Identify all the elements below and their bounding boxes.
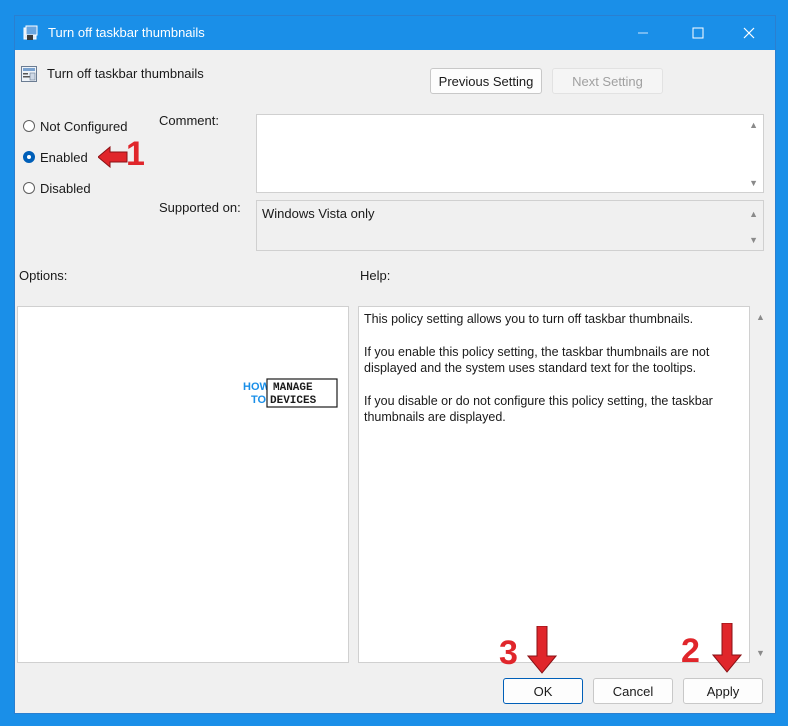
previous-setting-button[interactable]: Previous Setting (430, 68, 542, 94)
options-panel (17, 306, 349, 663)
step1-arrow-icon (98, 146, 128, 168)
supported-on-value: Windows Vista only (262, 206, 375, 221)
title-bar[interactable]: Turn off taskbar thumbnails (15, 16, 775, 50)
policy-setting-icon (21, 66, 37, 82)
help-scroll-down-icon[interactable]: ▼ (756, 648, 765, 658)
step2-arrow-icon (712, 623, 742, 673)
help-paragraph: If you disable or do not configure this … (364, 393, 713, 425)
help-panel: This policy setting allows you to turn o… (358, 306, 750, 663)
radio-disabled-label: Disabled (40, 180, 91, 196)
help-paragraph: This policy setting allows you to turn o… (364, 312, 694, 326)
maximize-button[interactable] (675, 16, 721, 50)
supported-scroll-up-icon[interactable]: ▲ (749, 209, 758, 219)
radio-enabled[interactable]: Enabled (23, 148, 88, 166)
comment-scroll-down-icon[interactable]: ▼ (749, 178, 758, 188)
step1-number: 1 (126, 135, 145, 173)
help-paragraph: If you enable this policy setting, the t… (364, 344, 710, 376)
radio-disabled-indicator[interactable] (23, 182, 35, 194)
radio-not-configured-label: Not Configured (40, 118, 128, 134)
radio-not-configured-indicator[interactable] (23, 120, 35, 132)
logo-how: HOW (243, 381, 271, 393)
maximize-icon (692, 27, 704, 39)
close-icon (743, 27, 755, 39)
close-button[interactable] (726, 16, 772, 50)
radio-enabled-label: Enabled (40, 149, 88, 165)
policy-app-icon (23, 25, 38, 40)
window-title: Turn off taskbar thumbnails (48, 25, 205, 40)
ok-button[interactable]: OK (503, 678, 583, 704)
policy-title: Turn off taskbar thumbnails (47, 66, 204, 81)
supported-scroll-down-icon[interactable]: ▼ (749, 235, 758, 245)
radio-not-configured[interactable]: Not Configured (23, 117, 127, 135)
logo-to: TO (251, 394, 267, 406)
minimize-icon (638, 32, 648, 34)
apply-button[interactable]: Apply (683, 678, 763, 704)
policy-dialog-window: Turn off taskbar thumbnails Turn off tas… (14, 15, 776, 714)
howtomanagedevices-logo: HOW TO MANAGE DEVICES (243, 378, 339, 408)
cancel-button[interactable]: Cancel (593, 678, 673, 704)
options-label: Options: (19, 268, 68, 283)
comment-scroll-up-icon[interactable]: ▲ (749, 120, 758, 130)
help-text: This policy setting allows you to turn o… (364, 311, 731, 442)
supported-on-field: Windows Vista only ▲ ▼ (256, 200, 764, 251)
step3-arrow-icon (527, 626, 557, 674)
help-label: Help: (360, 268, 391, 283)
radio-enabled-indicator[interactable] (23, 151, 35, 163)
step3-number: 3 (499, 634, 518, 672)
radio-disabled[interactable]: Disabled (23, 179, 91, 197)
comment-label: Comment: (159, 113, 219, 128)
next-setting-button[interactable]: Next Setting (552, 68, 663, 94)
supported-on-label: Supported on: (159, 200, 241, 215)
logo-devices: DEVICES (270, 395, 317, 407)
step2-number: 2 (681, 632, 700, 670)
comment-textarea[interactable]: ▲ ▼ (256, 114, 764, 193)
minimize-button[interactable] (620, 16, 666, 50)
logo-manage: MANAGE (273, 382, 313, 394)
help-scroll-up-icon[interactable]: ▲ (756, 312, 765, 322)
